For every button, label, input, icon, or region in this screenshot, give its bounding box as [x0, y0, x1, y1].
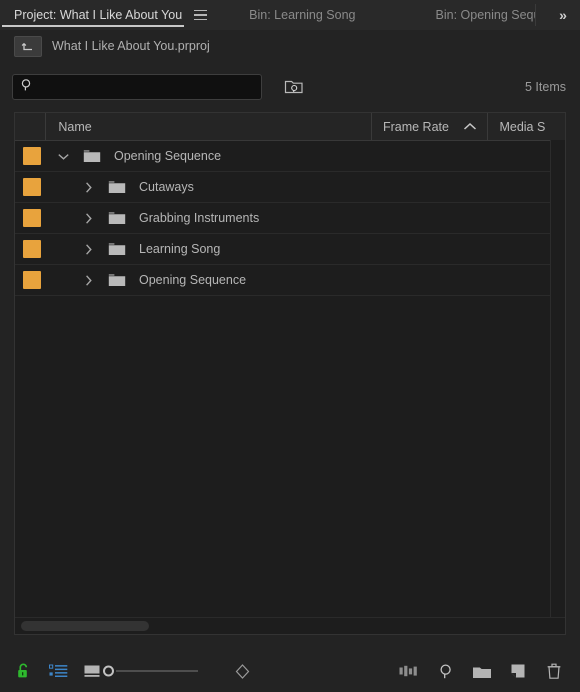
list-view-icon[interactable]	[44, 650, 72, 692]
tab-project-label: Project: What I Like About You	[14, 8, 183, 22]
label-color-swatch	[22, 147, 41, 165]
tab-bin-opening-sequence-label: Bin: Opening Sequ	[435, 8, 536, 22]
bin-folder-icon	[108, 242, 126, 256]
row-icon-cell	[103, 234, 131, 264]
project-panel-toolbar	[0, 650, 580, 692]
item-count-label: 5 Items	[525, 80, 566, 94]
label-color-swatch	[22, 178, 41, 196]
navigate-up-icon[interactable]	[14, 35, 42, 57]
zoom-slider-handle[interactable]	[103, 665, 114, 677]
table-row[interactable]: Opening Sequence	[15, 141, 565, 172]
disclosure-toggle[interactable]	[73, 265, 103, 295]
hamburger-line	[194, 14, 208, 16]
column-header-media-start[interactable]: Media S	[488, 113, 565, 140]
double-chevron-right-icon[interactable]: »	[550, 0, 576, 30]
icon-view-icon[interactable]	[78, 650, 106, 692]
project-item-list: Name Frame Rate Media S Opening Sequence…	[14, 112, 566, 635]
tab-strip: Project: What I Like About You Bin: Lear…	[0, 0, 536, 30]
tab-bin-opening-sequence[interactable]: Bin: Opening Sequ	[432, 0, 536, 30]
project-file-name: What I Like About You.prproj	[52, 39, 210, 53]
search-row: 5 Items	[0, 62, 580, 110]
zoom-slider[interactable]	[103, 650, 206, 692]
bin-folder-icon	[108, 273, 126, 287]
bin-folder-icon	[108, 180, 126, 194]
label-color-cell[interactable]	[15, 141, 48, 171]
chevron-right-icon[interactable]	[84, 243, 93, 256]
label-color-swatch	[22, 209, 41, 227]
vertical-scrollbar-track[interactable]	[550, 140, 565, 618]
column-header-media-start-label: Media S	[499, 119, 546, 134]
row-name-label: Opening Sequence	[114, 149, 222, 163]
horizontal-scrollbar-track[interactable]	[15, 617, 565, 634]
project-panel: Project: What I Like About You Bin: Lear…	[0, 0, 580, 692]
disclosure-toggle[interactable]	[73, 203, 103, 233]
disclosure-toggle[interactable]	[73, 172, 103, 202]
column-header-name[interactable]: Name	[46, 113, 372, 140]
search-input[interactable]	[34, 80, 261, 94]
panel-tab-bar: Project: What I Like About You Bin: Lear…	[0, 0, 580, 30]
table-row[interactable]: Cutaways	[15, 172, 565, 203]
row-icon-cell	[103, 172, 131, 202]
search-icon	[20, 78, 34, 97]
horizontal-scrollbar-thumb[interactable]	[21, 621, 149, 631]
tab-bin-learning-song-label: Bin: Learning Song	[249, 8, 356, 22]
label-color-cell[interactable]	[15, 203, 48, 233]
label-color-swatch	[22, 271, 41, 289]
freeform-view-icon[interactable]	[396, 650, 424, 692]
label-color-cell[interactable]	[15, 265, 48, 295]
panel-menu-button[interactable]	[194, 0, 208, 30]
bin-folder-icon	[108, 211, 126, 225]
chevron-down-icon[interactable]	[57, 152, 70, 161]
new-bin-icon[interactable]	[468, 650, 496, 692]
find-in-bin-icon[interactable]	[283, 76, 305, 96]
table-row[interactable]: Grabbing Instruments	[15, 203, 565, 234]
tab-bin-learning-song[interactable]: Bin: Learning Song	[245, 0, 359, 30]
label-color-cell[interactable]	[15, 234, 48, 264]
find-icon[interactable]	[432, 650, 460, 692]
row-name-label: Opening Sequence	[139, 273, 247, 287]
new-item-icon[interactable]	[504, 650, 532, 692]
disclosure-toggle[interactable]	[48, 141, 78, 171]
table-row[interactable]: Learning Song	[15, 234, 565, 265]
table-row[interactable]: Opening Sequence	[15, 265, 565, 296]
trash-icon[interactable]	[540, 650, 568, 692]
row-icon-cell	[103, 203, 131, 233]
row-name-label: Grabbing Instruments	[139, 211, 260, 225]
hamburger-line	[194, 9, 208, 12]
tab-divider	[535, 4, 536, 26]
disclosure-toggle[interactable]	[73, 234, 103, 264]
hamburger-line	[194, 18, 208, 21]
row-name-label: Cutaways	[139, 180, 194, 194]
row-icon-cell	[103, 265, 131, 295]
item-rows: Opening Sequence Cutaways Grabbing Instrum…	[15, 141, 565, 296]
unlocked-padlock-icon[interactable]	[10, 650, 38, 692]
row-icon-cell	[78, 141, 106, 171]
label-color-cell[interactable]	[15, 172, 48, 202]
chevron-right-icon[interactable]	[84, 274, 93, 287]
search-field[interactable]	[12, 74, 262, 100]
bin-folder-icon	[83, 149, 101, 163]
column-header-row: Name Frame Rate Media S	[15, 113, 565, 141]
label-color-swatch	[22, 240, 41, 258]
chevron-right-icon[interactable]	[84, 212, 93, 225]
chevron-up-icon	[463, 122, 477, 131]
sort-diamond-icon[interactable]	[228, 650, 256, 692]
row-name-label: Learning Song	[139, 242, 221, 256]
tab-project[interactable]: Project: What I Like About You	[0, 0, 186, 30]
project-file-row: What I Like About You.prproj	[0, 30, 580, 62]
column-header-name-label: Name	[58, 119, 92, 134]
column-header-frame-rate[interactable]: Frame Rate	[372, 113, 489, 140]
zoom-slider-track[interactable]	[103, 665, 198, 677]
column-header-swatch[interactable]	[15, 113, 47, 140]
column-header-frame-rate-label: Frame Rate	[382, 119, 449, 134]
chevron-right-icon[interactable]	[84, 181, 93, 194]
